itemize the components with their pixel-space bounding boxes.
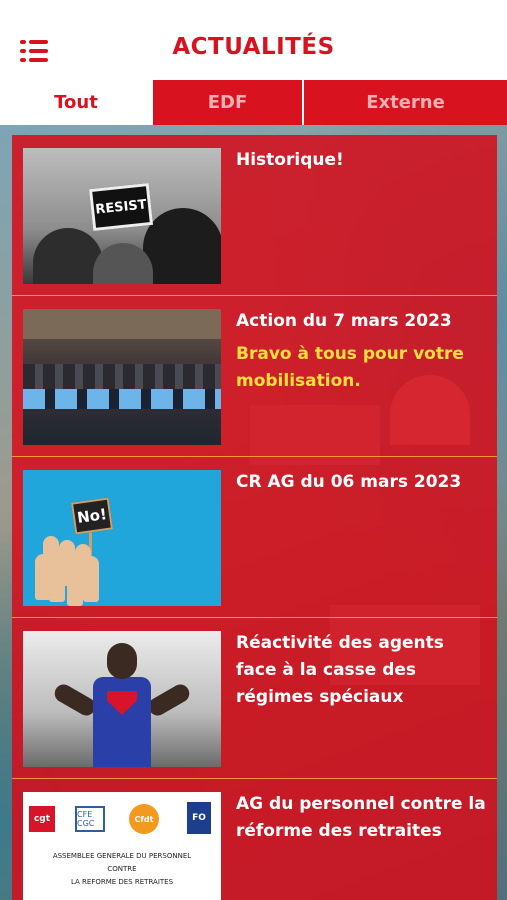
news-item[interactable]: Réactivité des agents face à la casse de… [12, 618, 497, 779]
document-text: ASSEMBLEE GENERALE DU PERSONNEL CONTRE L… [23, 850, 221, 889]
fo-logo: FO [187, 802, 211, 834]
cfe-cgc-logo: CFE CGC [75, 806, 105, 832]
tab-tout[interactable]: Tout [0, 80, 152, 125]
news-item[interactable]: No! CR AG du 06 mars 2023 [12, 457, 497, 618]
document-line: ASSEMBLEE GENERALE DU PERSONNEL [52, 852, 192, 860]
news-item[interactable]: Action du 7 mars 2023 Bravo à tous pour … [12, 296, 497, 457]
protest-sign: RESIST [88, 182, 154, 232]
no-sign: No! [70, 497, 114, 535]
tab-externe[interactable]: Externe [302, 80, 507, 125]
document-line: LA REFORME DES RETRAITES [70, 878, 174, 886]
news-title: Historique! [236, 147, 488, 174]
news-title: AG du personnel contre la réforme des re… [236, 791, 488, 845]
page-title: ACTUALITÉS [172, 34, 335, 60]
tab-bar: Tout EDF Externe [0, 80, 507, 125]
cgt-logo: cgt [29, 806, 55, 832]
news-subtitle: Bravo à tous pour votre mobilisation. [236, 344, 464, 391]
news-title-text: Historique! [236, 150, 344, 170]
news-title-text: AG du personnel contre la réforme des re… [236, 794, 486, 841]
news-thumbnail: cgt CFE CGC Cfdt FO ASSEMBLEE GENERALE D… [23, 792, 221, 900]
news-title-text: CR AG du 06 mars 2023 [236, 472, 462, 492]
news-title-text: Action du 7 mars 2023 [236, 311, 452, 331]
news-thumbnail [23, 631, 221, 767]
tab-edf[interactable]: EDF [152, 80, 302, 125]
document-line: CONTRE [107, 865, 137, 873]
news-title-text: Réactivité des agents face à la casse de… [236, 633, 444, 707]
news-item[interactable]: RESIST Historique! [12, 135, 497, 296]
news-list[interactable]: RESIST Historique! Action du 7 mars 2023… [12, 135, 497, 900]
news-thumbnail [23, 309, 221, 445]
cfdt-logo: Cfdt [129, 804, 159, 834]
news-thumbnail: No! [23, 470, 221, 606]
news-item[interactable]: cgt CFE CGC Cfdt FO ASSEMBLEE GENERALE D… [12, 779, 497, 900]
top-bar: ACTUALITÉS [0, 0, 507, 80]
news-title: Réactivité des agents face à la casse de… [236, 630, 488, 711]
news-title: Action du 7 mars 2023 Bravo à tous pour … [236, 308, 488, 395]
news-title: CR AG du 06 mars 2023 [236, 469, 488, 496]
news-thumbnail: RESIST [23, 148, 221, 284]
